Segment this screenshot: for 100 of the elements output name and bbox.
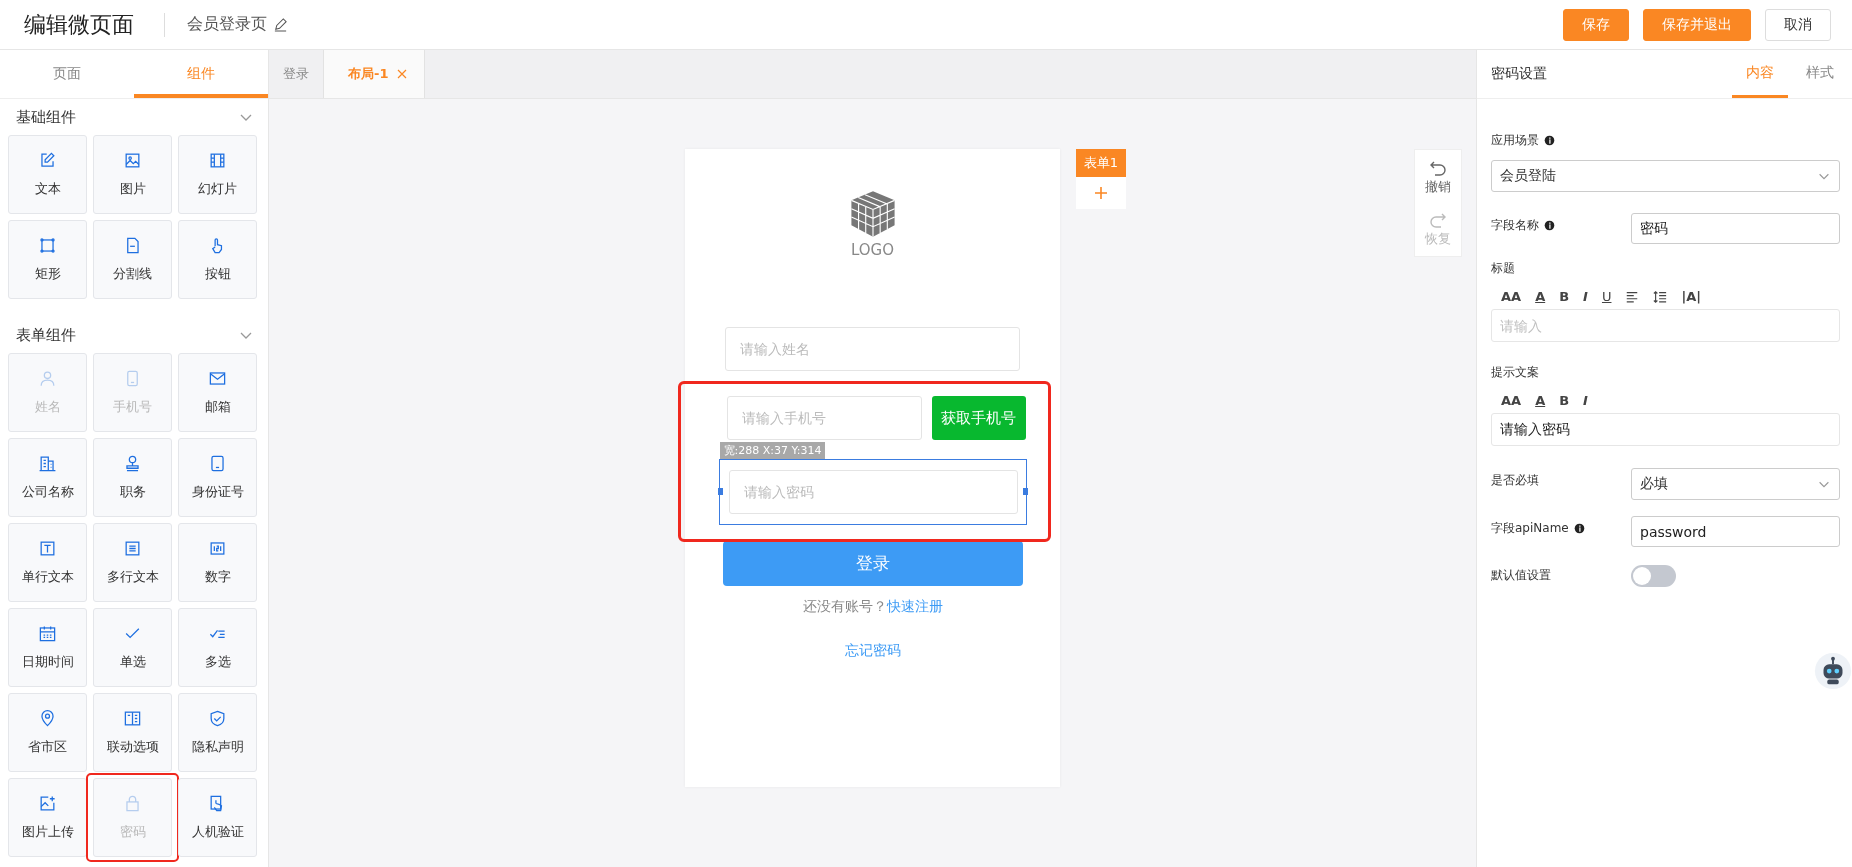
text-field[interactable]: 密码 <box>1631 213 1840 244</box>
component-tile[interactable]: 图片上传 <box>8 778 87 857</box>
component-tile[interactable]: 多行文本 <box>93 523 172 602</box>
password-field[interactable]: 请输入密码 <box>728 470 1018 514</box>
component-label: 姓名 <box>34 398 61 416</box>
info-icon[interactable] <box>1544 220 1555 231</box>
component-tile[interactable]: 数字 <box>178 523 257 602</box>
component-label: 数字 <box>204 568 231 586</box>
location-pin-icon <box>38 709 57 728</box>
text-field[interactable]: 请输入 <box>1491 309 1840 342</box>
format-button[interactable]: AA <box>1501 289 1522 304</box>
component-label: 邮箱 <box>204 398 231 416</box>
tablet-icon <box>208 454 227 473</box>
page-name: 会员登录页 <box>187 14 267 35</box>
resize-handle[interactable] <box>717 488 723 495</box>
format-button[interactable]: AA <box>1501 393 1522 408</box>
component-label: 职务 <box>119 483 146 501</box>
selection-info: 宽:288 X:37 Y:314 <box>719 442 826 459</box>
calendar-icon <box>38 624 57 643</box>
field-label: 应用场景 <box>1491 132 1539 149</box>
page-title: 编辑微页面 <box>24 10 134 39</box>
align-left-icon[interactable] <box>1625 289 1640 304</box>
field-label: 提示文案 <box>1491 364 1539 381</box>
info-icon[interactable] <box>1573 523 1585 534</box>
component-label: 隐私声明 <box>191 738 244 756</box>
component-tile[interactable]: 邮箱 <box>178 353 257 432</box>
lock-icon <box>123 794 142 813</box>
building-icon <box>38 454 57 473</box>
component-tile[interactable]: 幻灯片 <box>178 135 257 214</box>
phone-field[interactable]: 请输入手机号 <box>726 396 922 440</box>
component-label: 按钮 <box>204 265 231 283</box>
component-label: 密码 <box>119 823 146 841</box>
component-label: 联动选项 <box>106 738 159 756</box>
select-field[interactable]: 必填 <box>1631 468 1840 500</box>
component-tile[interactable]: 联动选项 <box>93 693 172 772</box>
text-field[interactable]: 请输入密码 <box>1491 413 1840 446</box>
image-add-icon <box>38 794 57 813</box>
component-label: 多行文本 <box>106 568 159 586</box>
stamp-icon <box>123 454 142 473</box>
person-icon <box>38 369 57 388</box>
text-field[interactable]: password <box>1631 516 1840 547</box>
component-tile[interactable]: 日期时间 <box>8 608 87 687</box>
component-tile[interactable]: 图片 <box>93 135 172 214</box>
shield-icon <box>208 709 227 728</box>
component-tile[interactable]: 矩形 <box>8 220 87 299</box>
component-tile[interactable]: 分割线 <box>93 220 172 299</box>
logo-text: LOGO <box>850 241 895 259</box>
component-tile[interactable]: 单选 <box>93 608 172 687</box>
component-tile[interactable]: 隐私声明 <box>178 693 257 772</box>
field-label: 默认值设置 <box>1491 567 1551 584</box>
format-button[interactable]: |A| <box>1681 289 1702 304</box>
toggle-switch[interactable] <box>1631 565 1676 587</box>
component-tile[interactable]: 省市区 <box>8 693 87 772</box>
format-button[interactable]: A <box>1535 289 1546 304</box>
component-tile[interactable]: 人机验证 <box>178 778 257 857</box>
component-label: 矩形 <box>34 265 61 283</box>
format-button[interactable]: I <box>1583 393 1588 408</box>
component-tile[interactable]: 单行文本 <box>8 523 87 602</box>
section-title: 基础组件 <box>16 107 76 127</box>
panel-tab[interactable]: 页面 <box>0 50 134 98</box>
component-label: 人机验证 <box>191 823 244 841</box>
rectangle-icon <box>38 236 57 255</box>
component-tile[interactable]: 按钮 <box>178 220 257 299</box>
component-label: 单选 <box>119 653 146 671</box>
robot-icon[interactable] <box>1814 652 1852 690</box>
edit-icon <box>38 151 57 170</box>
info-icon[interactable] <box>1544 135 1555 146</box>
line-height-icon[interactable] <box>1653 289 1668 304</box>
component-tile[interactable]: 公司名称 <box>8 438 87 517</box>
lines-box-icon <box>123 539 142 558</box>
pencil-icon[interactable] <box>273 17 288 32</box>
panel-tab[interactable]: 样式 <box>1792 50 1848 98</box>
component-label: 省市区 <box>28 738 67 756</box>
mail-icon <box>208 369 227 388</box>
component-tile[interactable]: 职务 <box>93 438 172 517</box>
format-button[interactable]: B <box>1559 393 1570 408</box>
component-tile[interactable]: 多选 <box>178 608 257 687</box>
history-button[interactable]: 撤销 <box>1425 158 1451 196</box>
text-box-icon <box>38 539 57 558</box>
field-label: 字段名称 <box>1491 217 1539 234</box>
format-button[interactable]: B <box>1559 289 1570 304</box>
resize-handle[interactable] <box>1022 488 1028 495</box>
component-label: 幻灯片 <box>198 180 237 198</box>
component-label: 多选 <box>204 653 231 671</box>
component-tile[interactable]: 文本 <box>8 135 87 214</box>
film-icon <box>208 151 227 170</box>
format-button[interactable]: A <box>1535 393 1546 408</box>
select-field[interactable]: 会员登陆 <box>1491 160 1840 192</box>
field-label: 标题 <box>1491 260 1515 277</box>
format-button[interactable]: I <box>1583 289 1588 304</box>
format-button[interactable]: U <box>1601 289 1612 304</box>
header-button[interactable]: 取消 <box>1765 8 1831 41</box>
component-tile[interactable]: 身份证号 <box>178 438 257 517</box>
component-label: 公司名称 <box>21 483 74 501</box>
split-panel-icon <box>123 709 142 728</box>
component-label: 文本 <box>34 180 61 198</box>
name-field[interactable]: 请输入姓名 <box>725 327 1020 371</box>
component-label: 图片上传 <box>21 823 74 841</box>
field-label: 是否必填 <box>1491 472 1539 489</box>
panel-title: 密码设置 <box>1491 64 1547 83</box>
